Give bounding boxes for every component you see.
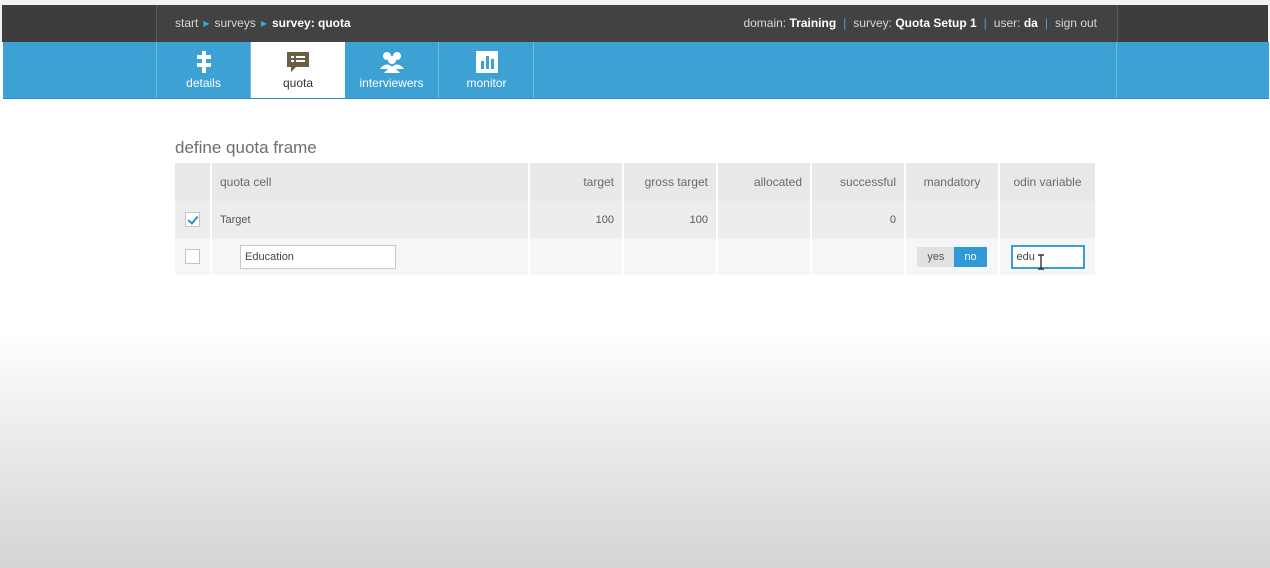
target-value: 100 <box>529 201 624 238</box>
mandatory-yes-option[interactable]: yes <box>917 246 955 267</box>
breadcrumb: start ▶ surveys ▶ survey: quota <box>175 16 351 30</box>
tab-details[interactable]: details <box>157 42 251 98</box>
column-header-mandatory: mandatory <box>905 163 1000 201</box>
domain-value: Training <box>789 16 837 30</box>
breadcrumb-current: survey: quota <box>272 16 351 30</box>
quota-cell-name: Target <box>211 201 530 238</box>
interviewers-icon <box>345 49 438 75</box>
column-header-target: target <box>529 163 624 201</box>
monitor-icon <box>440 49 533 75</box>
user-value: da <box>1023 16 1038 30</box>
odin-variable-input[interactable] <box>1010 244 1085 269</box>
mandatory-value <box>905 201 1000 238</box>
text-cursor-icon <box>1038 254 1044 270</box>
quota-table: quota cell target gross target allocated… <box>175 163 1095 275</box>
breadcrumb-arrow-icon: ▶ <box>260 19 267 28</box>
gross-target-value: 100 <box>623 201 718 238</box>
breadcrumb-arrow-icon: ▶ <box>203 19 210 28</box>
table-header-row: quota cell target gross target allocated… <box>175 163 1095 201</box>
quota-cell-name-input[interactable] <box>240 244 396 269</box>
row-checkbox[interactable] <box>185 212 200 228</box>
tab-bar: details quota interviewers monitor <box>3 42 1269 99</box>
tab-interviewers[interactable]: interviewers <box>345 42 439 98</box>
row-checkbox[interactable] <box>185 249 200 265</box>
tab-quota[interactable]: quota <box>251 42 345 98</box>
column-header-allocated: allocated <box>717 163 812 201</box>
column-header-successful: successful <box>811 163 906 201</box>
breadcrumb-surveys[interactable]: surveys <box>215 16 256 30</box>
column-header-odin-variable: odin variable <box>999 163 1095 201</box>
column-header-quota-cell: quota cell <box>211 163 530 201</box>
successful-value: 0 <box>811 201 906 238</box>
details-icon <box>157 49 250 75</box>
table-row: yesno <box>175 238 1095 275</box>
breadcrumb-start[interactable]: start <box>175 16 198 30</box>
mandatory-toggle[interactable]: yes no <box>917 246 987 267</box>
column-header-gross-target: gross target <box>623 163 718 201</box>
section-title: define quota frame <box>175 138 317 157</box>
allocated-value <box>717 201 812 238</box>
select-column-header <box>175 163 212 201</box>
user-info: domain: Training | survey: Quota Setup 1 | u… <box>743 16 1097 30</box>
sign-out-link[interactable]: sign out <box>1055 16 1097 30</box>
table-row: Target 100 100 0 <box>175 201 1095 238</box>
quota-icon <box>251 49 345 75</box>
survey-value: Quota Setup 1 <box>895 16 977 30</box>
tab-monitor[interactable]: monitor <box>440 42 534 98</box>
odin-variable-value <box>999 201 1095 238</box>
mandatory-no-option[interactable]: no <box>954 246 987 267</box>
